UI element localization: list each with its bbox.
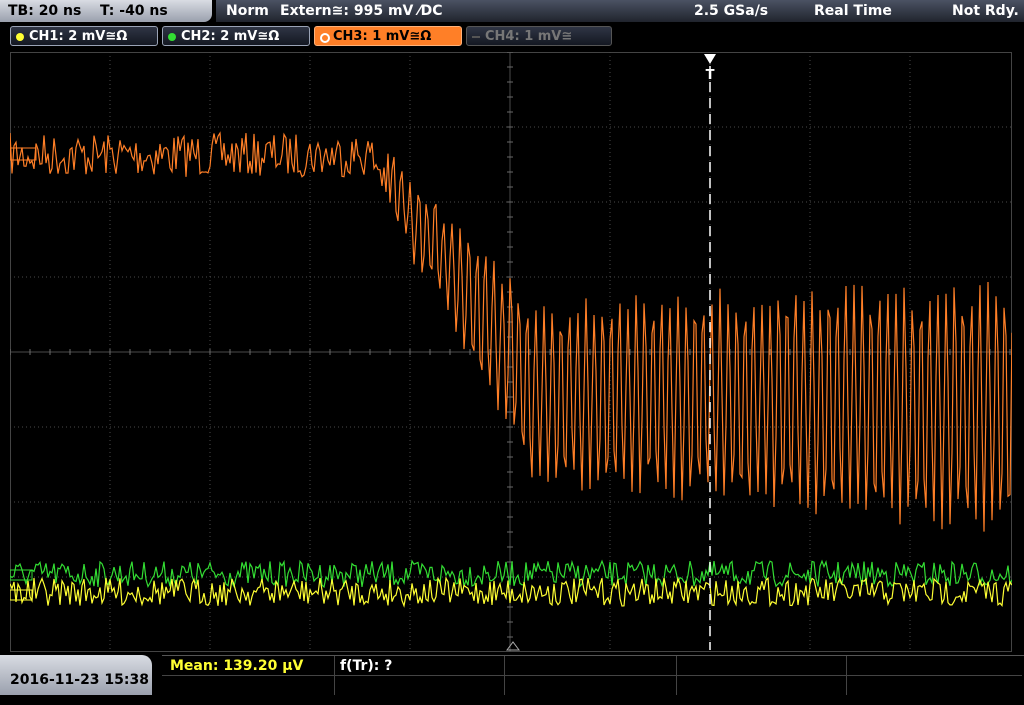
timebase-panel[interactable]: TB: 20 ns T: -40 ns: [0, 0, 212, 22]
meas-cell: [846, 676, 1022, 695]
meas-cell: [162, 676, 335, 695]
meas-cell: [504, 656, 677, 676]
ch4-off-icon: [472, 36, 480, 38]
mean-measurement: Mean: 139.20 µV: [170, 658, 304, 674]
tab-ch3[interactable]: CH3: 1 mV≅Ω: [314, 26, 462, 46]
trigger-marker-label: T: [706, 68, 715, 83]
meas-cell: [334, 676, 505, 695]
ch1-trace: [10, 576, 1012, 608]
trigger-position-icon: [506, 641, 520, 651]
footer-bar: 2016-11-23 15:38 Mean: 139.20 µV f(Tr): …: [0, 655, 1024, 696]
ch3-label: CH3: 1 mV≅Ω: [333, 29, 432, 44]
meas-cell: [676, 656, 847, 676]
measurement-table[interactable]: Mean: 139.20 µV f(Tr): ?: [162, 655, 1024, 696]
meas-cell: [846, 656, 1022, 676]
sample-rate: 2.5 GSa/s: [694, 3, 769, 19]
ch2-label: CH2: 2 mV≅Ω: [181, 29, 280, 44]
ch2-dot-icon: [168, 33, 176, 41]
trigger-arrow-icon: [704, 54, 716, 64]
trigger-source: Extern≅: 995 mV ⁄DC: [280, 3, 443, 19]
trigger-frequency-measurement: f(Tr): ?: [340, 658, 393, 674]
trigger-info-bar[interactable]: Norm Extern≅: 995 mV ⁄DC 2.5 GSa/s Real …: [216, 0, 1024, 22]
channel-tabs: CH1: 2 mV≅Ω CH2: 2 mV≅Ω CH3: 1 mV≅Ω CH4:…: [0, 26, 1024, 48]
datetime-label: 2016-11-23 15:38: [10, 672, 149, 688]
tab-ch4[interactable]: CH4: 1 mV≅: [466, 26, 612, 46]
datetime-panel[interactable]: 2016-11-23 15:38: [0, 655, 152, 695]
meas-cell: [676, 676, 847, 695]
status-label: Not Rdy.: [952, 3, 1019, 19]
top-bar: TB: 20 ns T: -40 ns Norm Extern≅: 995 mV…: [0, 0, 1024, 24]
tab-ch1[interactable]: CH1: 2 mV≅Ω: [10, 26, 158, 46]
ch1-label: CH1: 2 mV≅Ω: [29, 29, 128, 44]
ch3-dot-icon: [320, 33, 330, 43]
meas-cell: [504, 676, 677, 695]
tab-ch2[interactable]: CH2: 2 mV≅Ω: [162, 26, 310, 46]
timebase-label: TB: 20 ns: [8, 3, 82, 19]
trigger-mode: Norm: [226, 3, 269, 19]
waveform-graticule: T: [10, 52, 1012, 652]
ch4-label: CH4: 1 mV≅: [485, 29, 573, 44]
acquisition-mode: Real Time: [814, 3, 892, 19]
trigger-time-label: T: -40 ns: [100, 3, 168, 19]
ch1-dot-icon: [16, 33, 24, 41]
